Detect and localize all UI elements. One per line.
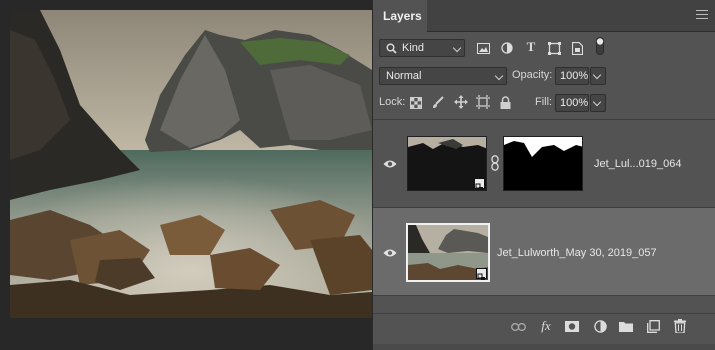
new-group-icon[interactable]: [618, 319, 634, 333]
smart-object-badge-icon: [476, 268, 487, 280]
layer-mask-thumbnail[interactable]: [503, 136, 583, 191]
layer-row[interactable]: Jet_Lul...019_064: [373, 120, 715, 208]
layer-thumbnail[interactable]: [406, 223, 490, 282]
document-canvas-image[interactable]: [10, 10, 372, 318]
blend-row: Normal Opacity: 100%: [373, 65, 715, 87]
filter-toggle-icon[interactable]: [595, 37, 605, 55]
layer-thumbnail[interactable]: [407, 136, 487, 191]
chain-link-icon[interactable]: [490, 154, 500, 172]
lock-row: Lock: Fill: 100%: [373, 92, 715, 114]
layers-panel: Layers Kind T Normal Opacity: 100% Lock:…: [372, 0, 715, 350]
filter-kind-select[interactable]: Kind: [379, 39, 465, 57]
lock-all-icon[interactable]: [499, 95, 511, 109]
lock-label: Lock:: [379, 96, 406, 108]
opacity-input[interactable]: 100%: [555, 67, 589, 85]
blend-mode-select[interactable]: Normal: [379, 67, 507, 85]
photoshop-window: Layers Kind T Normal Opacity: 100% Lock:…: [0, 0, 715, 350]
type-filter-icon[interactable]: T: [524, 39, 538, 54]
tab-layers[interactable]: Layers: [373, 0, 427, 32]
fill-input[interactable]: 100%: [555, 94, 589, 112]
adjustment-filter-icon[interactable]: [500, 41, 514, 55]
layer-row-selected[interactable]: Jet_Lulworth_May 30, 2019_057: [373, 208, 715, 296]
opacity-label: Opacity:: [512, 69, 553, 81]
lock-position-icon[interactable]: [454, 95, 468, 109]
search-icon: [385, 42, 397, 54]
panel-menu-icon[interactable]: [696, 10, 708, 20]
new-layer-icon[interactable]: [645, 318, 661, 334]
smart-object-badge-icon: [474, 178, 485, 190]
chevron-down-icon: [592, 97, 602, 107]
filter-kind-label: Kind: [402, 42, 425, 54]
lock-transparent-icon[interactable]: [409, 96, 422, 109]
opacity-slider-button[interactable]: [590, 67, 606, 85]
chevron-down-icon: [592, 70, 602, 80]
panel-resize-bar[interactable]: [373, 344, 715, 350]
lock-artboard-icon[interactable]: [476, 95, 490, 109]
smart-object-filter-icon[interactable]: [570, 41, 584, 55]
panel-tab-bar: Layers: [373, 0, 715, 32]
blend-mode-label: Normal: [386, 70, 422, 82]
fill-label: Fill:: [535, 96, 553, 108]
filter-row: Kind T: [373, 37, 715, 59]
chevron-down-icon: [452, 43, 462, 53]
eye-icon[interactable]: [383, 248, 397, 258]
layer-name[interactable]: Jet_Lul...019_064: [594, 158, 681, 170]
link-layers-icon[interactable]: [510, 320, 526, 334]
adjustment-layer-icon[interactable]: [592, 318, 608, 334]
add-mask-icon[interactable]: [564, 319, 580, 333]
document-canvas-area: [0, 0, 372, 350]
lock-image-icon[interactable]: [431, 96, 444, 109]
fx-icon[interactable]: fx: [538, 317, 554, 335]
fill-slider-button[interactable]: [590, 94, 606, 112]
image-filter-icon[interactable]: [476, 41, 490, 55]
shape-filter-icon[interactable]: [547, 41, 561, 55]
layer-name[interactable]: Jet_Lulworth_May 30, 2019_057: [497, 247, 657, 259]
chevron-down-icon: [494, 71, 504, 81]
eye-icon[interactable]: [383, 159, 397, 169]
trash-icon[interactable]: [672, 317, 688, 334]
